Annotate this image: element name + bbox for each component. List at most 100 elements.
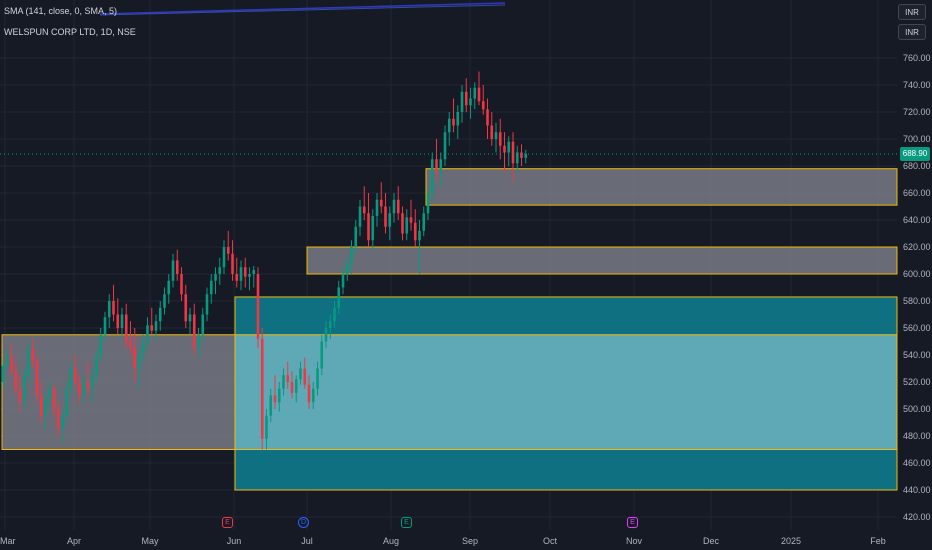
price-axis-label: 480.00: [903, 431, 931, 441]
candle-body: [388, 213, 392, 227]
candle-body: [324, 328, 328, 342]
time-axis-label: Jun: [227, 536, 242, 546]
dividend-event-icon[interactable]: D: [298, 517, 309, 528]
earnings-event-icon[interactable]: E: [222, 517, 233, 528]
candle-body: [337, 287, 341, 308]
candle-body: [320, 341, 324, 369]
price-axis-label: 460.00: [903, 458, 931, 468]
candle-body: [316, 368, 319, 389]
candle-body: [214, 274, 217, 281]
candle-body: [439, 159, 443, 173]
price-axis-label: 600.00: [903, 269, 931, 279]
candle-body: [31, 348, 35, 362]
candle-body: [103, 317, 107, 335]
candle-body: [350, 247, 353, 264]
candle-body: [452, 118, 455, 126]
candle-body: [477, 87, 481, 102]
candle-body: [273, 395, 277, 403]
candle-body: [167, 280, 171, 295]
candle-body: [248, 274, 251, 277]
zone-gray: [425, 168, 898, 206]
candle-body: [5, 355, 9, 366]
candle-body: [354, 226, 358, 247]
candle-body: [269, 395, 273, 416]
candle-body: [150, 325, 154, 331]
candle-body: [163, 294, 166, 308]
price-chart[interactable]: 760.00 740.00 720.00 700.00 680.00 660.00 640.…: [0, 0, 932, 550]
candle-body: [503, 145, 506, 153]
currency-button-secondary[interactable]: INR: [898, 24, 926, 40]
candle-body: [95, 355, 98, 376]
upcoming-earnings-event-icon[interactable]: E: [627, 517, 638, 528]
candle-body: [401, 213, 404, 234]
candle-body: [141, 341, 145, 355]
price-axis-label: 740.00: [903, 80, 931, 90]
candle-body: [65, 388, 69, 416]
candle-body: [124, 314, 128, 342]
candle-body: [107, 301, 111, 318]
candle-body: [384, 206, 387, 227]
candle-body: [82, 382, 86, 396]
candle-body: [243, 267, 247, 277]
candle-body: [260, 338, 264, 439]
candle-body: [294, 379, 298, 393]
candle-body: [333, 307, 336, 322]
zone-light_teal: [234, 334, 898, 450]
candle-body: [422, 213, 426, 231]
candle-body: [73, 368, 77, 382]
symbol-title: WELSPUN CORP LTD, 1D, NSE: [4, 27, 136, 37]
candle-body: [256, 274, 260, 339]
candle-body: [69, 368, 73, 389]
candle-body: [435, 159, 438, 173]
candle-body: [430, 159, 434, 193]
candle-body: [447, 118, 451, 133]
candle-body: [286, 375, 290, 382]
time-axis-label: 2025: [781, 536, 801, 546]
candle-body: [78, 382, 81, 396]
candle-body: [61, 415, 64, 430]
candle-body: [328, 321, 332, 328]
candle-body: [226, 247, 230, 254]
candle-body: [303, 368, 307, 385]
last-price-label: 688.90: [900, 146, 930, 161]
candle-body: [1, 365, 5, 382]
candle-body: [311, 388, 315, 403]
candle-body: [418, 230, 421, 241]
candle-body: [90, 375, 94, 389]
candle-body: [307, 384, 311, 403]
candle-body: [218, 267, 222, 274]
time-axis-label: Oct: [543, 536, 558, 546]
time-axis-label: Nov: [626, 536, 643, 546]
candle-body: [379, 199, 383, 207]
price-axis-label: 520.00: [903, 377, 931, 387]
candle-body: [188, 314, 192, 322]
candle-body: [231, 253, 234, 274]
candle-body: [222, 247, 226, 268]
candle-body: [299, 368, 302, 380]
candle-body: [375, 199, 379, 216]
candle-body: [469, 98, 472, 106]
candle-body: [239, 267, 243, 281]
candle-body: [405, 217, 409, 234]
candle-body: [133, 348, 137, 369]
price-axis-label: 620.00: [903, 242, 931, 252]
candle-body: [235, 274, 239, 281]
candle-body: [52, 388, 56, 409]
candle-body: [35, 361, 39, 396]
candle-body: [277, 388, 281, 403]
earnings-event-icon[interactable]: E: [401, 517, 412, 528]
candle-body: [44, 398, 47, 416]
candle-body: [48, 388, 52, 399]
time-axis-label: Mar: [0, 536, 16, 546]
candle-body: [252, 269, 256, 274]
candle-body: [481, 101, 485, 110]
currency-button-top[interactable]: INR: [898, 4, 926, 20]
indicator-legend[interactable]: SMA (141, close, 0, SMA, 5): [4, 6, 117, 16]
candle-body: [158, 307, 162, 322]
sma-line: [99, 2, 506, 15]
price-axis-label: 660.00: [903, 188, 931, 198]
candle-body: [18, 388, 22, 403]
candle-body: [443, 132, 447, 160]
candle-body: [171, 260, 175, 281]
candle-body: [265, 415, 268, 439]
